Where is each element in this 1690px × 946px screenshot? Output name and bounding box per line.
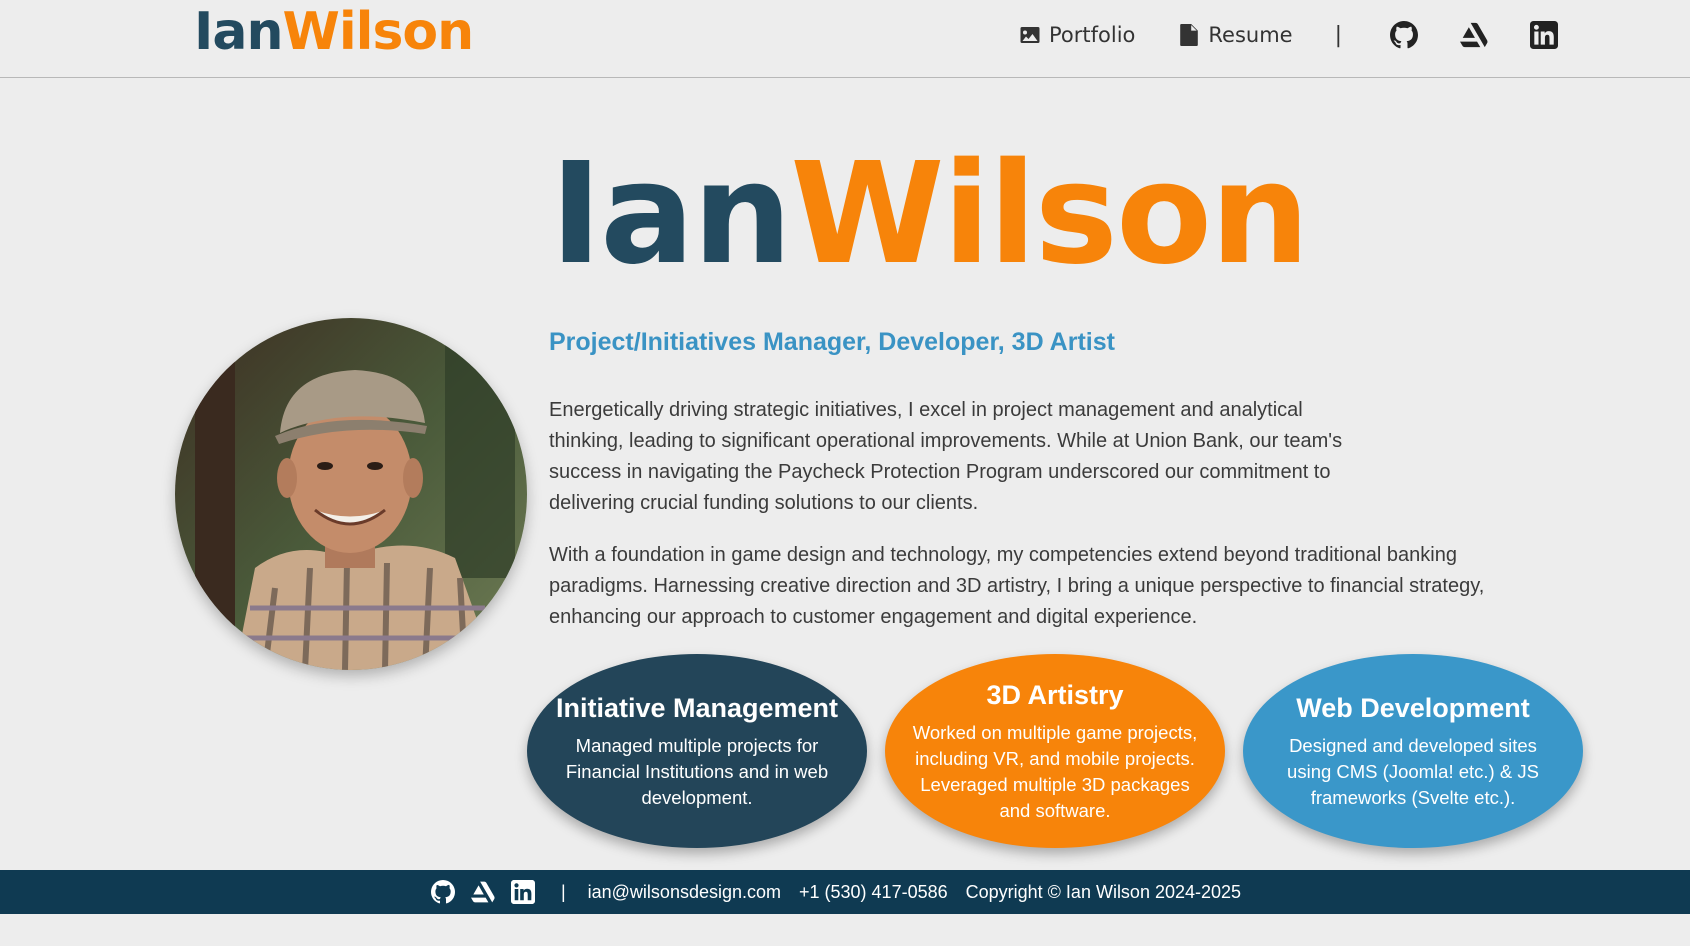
bio-paragraph-1: Energetically driving strategic initiati… bbox=[549, 399, 1343, 514]
file-icon bbox=[1180, 24, 1199, 46]
site-header: IanWilson Portfolio Resume | bbox=[0, 0, 1690, 78]
skill-title: 3D Artistry bbox=[986, 680, 1124, 710]
image-icon bbox=[1020, 27, 1040, 43]
site-logo[interactable]: IanWilson bbox=[194, 2, 474, 62]
site-footer: | ian@wilsonsdesign.com +1 (530) 417-058… bbox=[0, 870, 1690, 914]
artstation-icon bbox=[1460, 22, 1488, 48]
footer-artstation-link[interactable] bbox=[470, 880, 495, 904]
skill-card-web-development: Web Development Designed and developed s… bbox=[1243, 654, 1583, 848]
nav-linkedin-link[interactable] bbox=[1530, 21, 1559, 49]
nav-portfolio-link[interactable]: Portfolio bbox=[1020, 23, 1135, 47]
hero-name: IanWilson bbox=[550, 140, 1310, 290]
nav-github-link[interactable] bbox=[1390, 21, 1419, 49]
logo-first-name: Ian bbox=[194, 2, 283, 62]
skill-description: Managed multiple projects for Financial … bbox=[565, 735, 829, 808]
skill-card-initiative-management: Initiative Management Managed multiple p… bbox=[527, 654, 867, 848]
hero-tagline: Project/Initiatives Manager, Developer, … bbox=[549, 328, 1115, 356]
nav-resume-label: Resume bbox=[1208, 23, 1293, 47]
nav-separator: | bbox=[1334, 22, 1343, 48]
main-nav: Portfolio Resume | bbox=[1020, 0, 1600, 70]
github-icon bbox=[430, 880, 455, 904]
skill-title: Web Development bbox=[1296, 693, 1530, 723]
skill-card-3d-artistry: 3D Artistry Worked on multiple game proj… bbox=[885, 654, 1225, 848]
artstation-icon bbox=[470, 881, 495, 903]
skill-title: Initiative Management bbox=[555, 693, 839, 723]
footer-email-link[interactable]: ian@wilsonsdesign.com bbox=[588, 882, 781, 903]
skill-description: Designed and developed sites using CMS (… bbox=[1287, 735, 1539, 808]
linkedin-icon bbox=[1530, 21, 1559, 49]
hero-last-name: Wilson bbox=[790, 133, 1310, 296]
profile-photo bbox=[175, 318, 527, 670]
footer-copyright: Copyright © Ian Wilson 2024-2025 bbox=[965, 881, 1242, 902]
logo-last-name: Wilson bbox=[282, 2, 474, 62]
github-icon bbox=[1390, 21, 1419, 49]
bio-paragraph-2: With a foundation in game design and tec… bbox=[549, 544, 1485, 628]
skill-description: Worked on multiple game projects, includ… bbox=[912, 722, 1198, 821]
hero-first-name: Ian bbox=[550, 133, 792, 296]
footer-github-link[interactable] bbox=[430, 880, 455, 904]
footer-linkedin-link[interactable] bbox=[510, 880, 535, 904]
nav-artstation-link[interactable] bbox=[1460, 21, 1488, 49]
nav-resume-link[interactable]: Resume bbox=[1179, 23, 1293, 47]
footer-phone-link[interactable]: +1 (530) 417-0586 bbox=[799, 882, 948, 903]
linkedin-icon bbox=[510, 880, 535, 904]
footer-separator: | bbox=[560, 881, 566, 902]
nav-portfolio-label: Portfolio bbox=[1049, 23, 1136, 47]
portrait-illustration bbox=[175, 318, 527, 670]
